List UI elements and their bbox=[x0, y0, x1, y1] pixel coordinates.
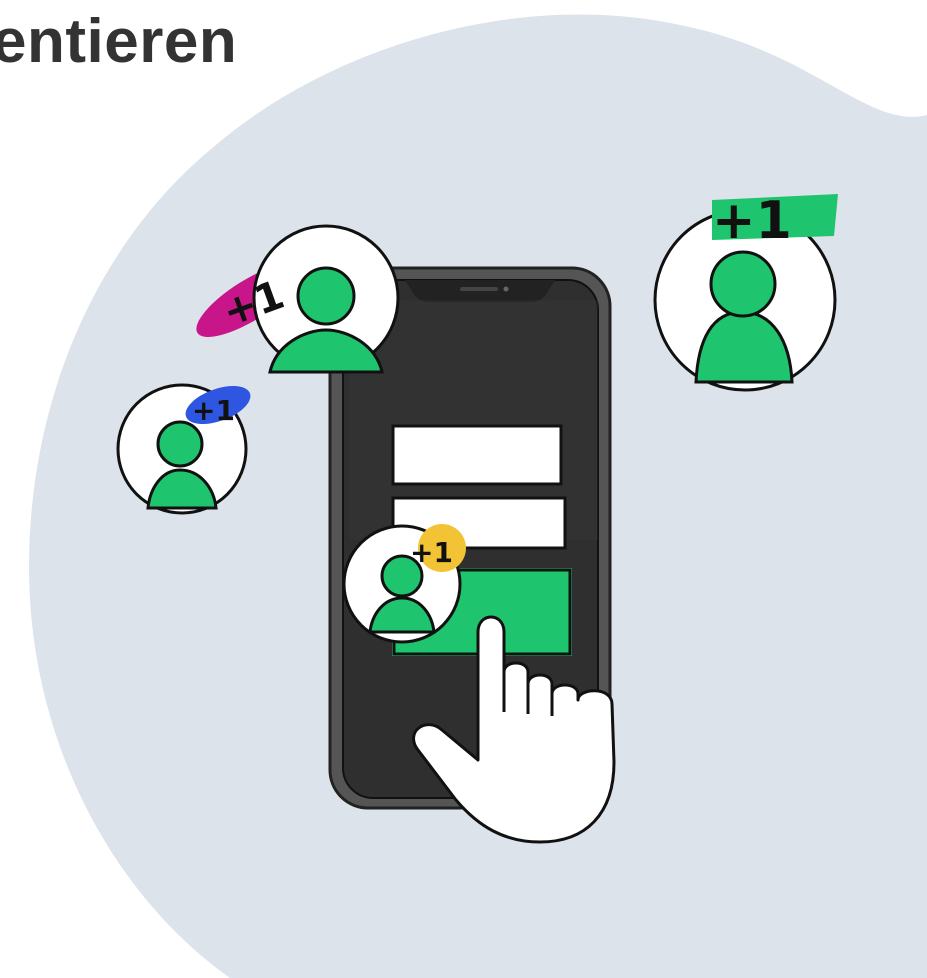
badge-blue-label: +1 bbox=[192, 394, 235, 427]
badge-yellow-label: +1 bbox=[410, 536, 453, 569]
illustration: +1 +1 +1 +1 bbox=[29, 14, 927, 978]
badge-green-label: +1 bbox=[712, 191, 792, 251]
page-heading: entieren bbox=[0, 7, 238, 76]
input-field-1 bbox=[391, 424, 563, 486]
